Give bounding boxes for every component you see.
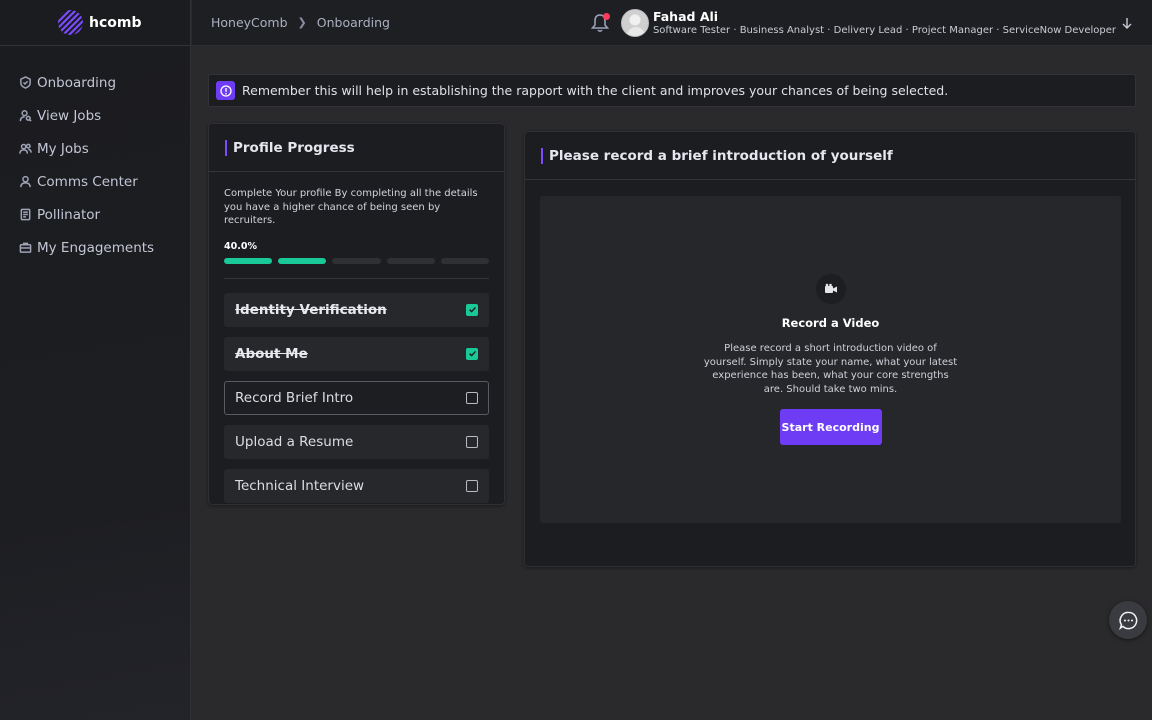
info-icon [216,81,235,100]
step-checkbox[interactable] [466,303,478,316]
chat-icon [1118,611,1137,630]
step-technical-interview[interactable]: Technical Interview [224,468,489,503]
video-title: Record a Video [781,316,880,330]
progress-segment [440,257,490,264]
step-upload-resume[interactable]: Upload a Resume [224,424,489,459]
sidebar: hcomb Onboarding View Jobs My Jobs Comms… [0,0,191,720]
user-roles: Software Tester · Business Analyst · Del… [652,25,1116,36]
banner-text: Remember this will help in establishing … [242,83,949,98]
breadcrumb-item-onboarding[interactable]: Onboarding [317,15,390,30]
step-label: Identity Verification [235,301,387,318]
info-banner: Remember this will help in establishing … [208,74,1136,107]
step-checkbox[interactable] [466,479,478,492]
chevron-right-icon: ❯ [297,16,307,29]
document-icon [20,208,31,221]
notification-dot [602,13,610,20]
record-intro-panel: Please record a brief introduction of yo… [524,131,1136,567]
brand[interactable]: hcomb [0,0,190,46]
user-info[interactable]: Fahad Ali Software Tester · Business Ana… [653,9,1116,37]
chat-button[interactable] [1109,601,1147,639]
sidebar-item-pollinator[interactable]: Pollinator [0,198,190,231]
sidebar-item-label: My Engagements [37,239,155,256]
panel-header: Profile Progress [209,124,504,172]
step-label: Technical Interview [235,477,365,494]
progress-percent: 40.0% [224,240,257,252]
users-icon [19,143,32,154]
notification-bell[interactable] [589,12,611,34]
sidebar-item-my-jobs[interactable]: My Jobs [0,132,190,165]
panel-title: Profile Progress [233,139,355,156]
user-icon [20,175,31,188]
sidebar-item-my-engagements[interactable]: My Engagements [0,231,190,264]
panel-title: Please record a brief introduction of yo… [549,147,893,164]
progress-segment [278,257,327,264]
sidebar-nav: Onboarding View Jobs My Jobs Comms Cente… [0,66,190,264]
progress-segment [332,257,381,264]
badge-icon [20,76,31,89]
user-search-icon [19,110,32,122]
sidebar-item-view-jobs[interactable]: View Jobs [0,99,190,132]
avatar[interactable] [620,9,649,37]
step-record-brief-intro[interactable]: Record Brief Intro [224,380,489,415]
breadcrumb: HoneyComb ❯ Onboarding [211,15,390,30]
step-list: Identity Verification About Me Record Br… [224,292,489,503]
breadcrumb-item-honeycomb[interactable]: HoneyComb [211,15,288,30]
arrow-down-icon[interactable] [1120,16,1134,30]
sidebar-item-label: Onboarding [37,74,117,91]
briefcase-icon [19,242,32,253]
top-bar: HoneyComb ❯ Onboarding Fahad Ali Softwar… [192,0,1152,46]
progress-segment [386,257,435,264]
sidebar-item-label: Pollinator [37,206,101,223]
step-about-me[interactable]: About Me [224,336,489,371]
accent-bar [225,139,227,156]
progress-bar [224,257,490,264]
step-identity-verification[interactable]: Identity Verification [224,292,489,327]
step-label: About Me [235,345,308,362]
step-label: Upload a Resume [235,433,354,450]
sidebar-item-comms-center[interactable]: Comms Center [0,165,190,198]
progress-segment [224,257,273,264]
sidebar-item-onboarding[interactable]: Onboarding [0,66,190,99]
step-label: Record Brief Intro [235,389,354,406]
user-name: Fahad Ali [652,9,719,24]
sidebar-item-label: Comms Center [37,173,138,190]
accent-bar [541,147,543,164]
progress-description: Complete Your profile By completing all … [224,188,478,226]
video-camera-icon [815,274,846,304]
step-checkbox[interactable] [466,347,478,360]
sidebar-item-label: View Jobs [37,107,102,124]
step-checkbox[interactable] [466,435,478,448]
step-checkbox[interactable] [466,391,478,404]
divider [224,277,489,279]
brand-name: hcomb [89,14,142,31]
panel-header: Please record a brief introduction of yo… [525,132,1135,180]
hcomb-logo-icon [58,10,83,35]
video-recorder: Record a Video Please record a short int… [540,196,1121,523]
start-recording-button[interactable]: Start Recording [779,409,882,445]
user-area: Fahad Ali Software Tester · Business Ana… [589,0,1152,46]
video-description: Please record a short introduction video… [703,343,958,395]
profile-progress-panel: Profile Progress Complete Your profile B… [208,123,505,505]
sidebar-item-label: My Jobs [37,140,89,157]
